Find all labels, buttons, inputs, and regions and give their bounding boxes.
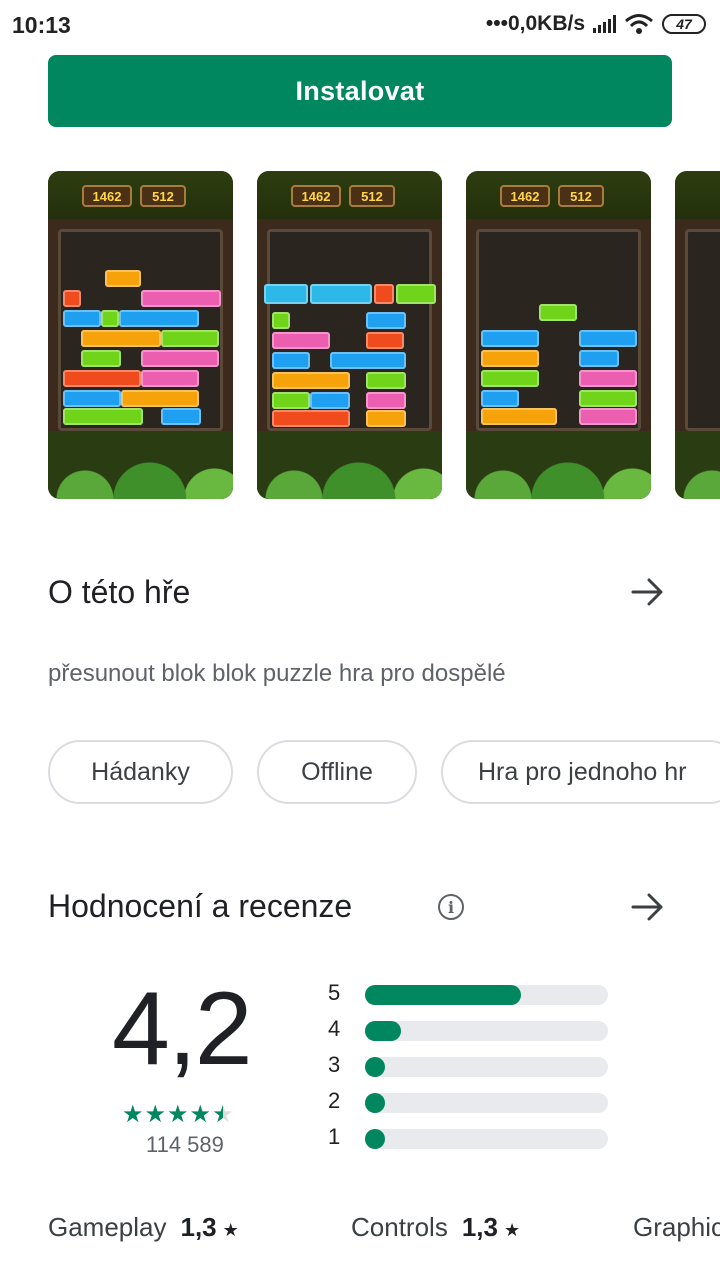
rating-bar-5: 5 (328, 980, 608, 1006)
tag-chip-single-player[interactable]: Hra pro jednoho hr (441, 740, 720, 804)
arrow-right-icon[interactable] (630, 889, 666, 925)
game-board (58, 229, 223, 431)
star-icon: ★ (144, 1101, 167, 1128)
current-score: 512 (558, 185, 604, 207)
best-score: 1462 (82, 185, 132, 207)
screenshot-3[interactable]: 1462 512 (466, 171, 651, 499)
game-board (685, 229, 720, 431)
star-rating: ★ ★ ★ ★ ★ (122, 1100, 234, 1129)
screenshot-carousel[interactable]: 1462 512 1462 512 1462 512 (48, 171, 720, 499)
tag-chip-offline[interactable]: Offline (257, 740, 417, 804)
status-time: 10:13 (12, 12, 71, 38)
screenshot-2[interactable]: 1462 512 (257, 171, 442, 499)
star-icon: ★ (189, 1101, 212, 1128)
battery-icon: 47 (662, 14, 706, 34)
about-title: O této hře (48, 574, 191, 610)
star-icon: ★ (222, 1220, 239, 1240)
rating-bar-2: 2 (328, 1088, 608, 1114)
wifi-icon (625, 14, 653, 34)
best-score: 1462 (291, 185, 341, 207)
best-score: 1462 (500, 185, 550, 207)
average-rating: 4,2 (112, 971, 253, 1087)
ratings-title: Hodnocení a recenze (48, 888, 353, 924)
status-indicators: •••0,0KB/s 47 (486, 12, 706, 36)
rating-bar-3: 3 (328, 1052, 608, 1078)
game-board (476, 229, 641, 431)
subrating-graphics: Graphic (633, 1212, 720, 1242)
arrow-right-icon[interactable] (630, 574, 666, 610)
rating-bar-4: 4 (328, 1016, 608, 1042)
status-bar: 10:13 •••0,0KB/s 47 (0, 0, 720, 52)
screenshot-1[interactable]: 1462 512 (48, 171, 233, 499)
star-icon: ★ (122, 1101, 144, 1128)
signal-icon (593, 15, 616, 33)
network-speed: •••0,0KB/s (485, 12, 585, 35)
screenshot-4[interactable] (675, 171, 720, 499)
info-icon[interactable]: i (438, 894, 464, 920)
install-button[interactable]: Instalovat (48, 55, 672, 127)
subrating-gameplay: Gameplay 1,3 ★ (48, 1212, 239, 1242)
half-star-icon: ★ (212, 1101, 234, 1128)
star-icon: ★ (503, 1220, 521, 1240)
about-description: přesunout blok blok puzzle hra pro dospě… (48, 660, 506, 687)
subrating-controls: Controls 1,3 ★ (351, 1212, 521, 1242)
current-score: 512 (349, 185, 395, 207)
game-board (264, 229, 436, 431)
current-score: 512 (140, 185, 186, 207)
star-icon: ★ (167, 1101, 189, 1128)
tag-chip-hadanky[interactable]: Hádanky (48, 740, 233, 804)
review-count: 114 589 (146, 1132, 224, 1157)
rating-bar-1: 1 (328, 1124, 608, 1150)
